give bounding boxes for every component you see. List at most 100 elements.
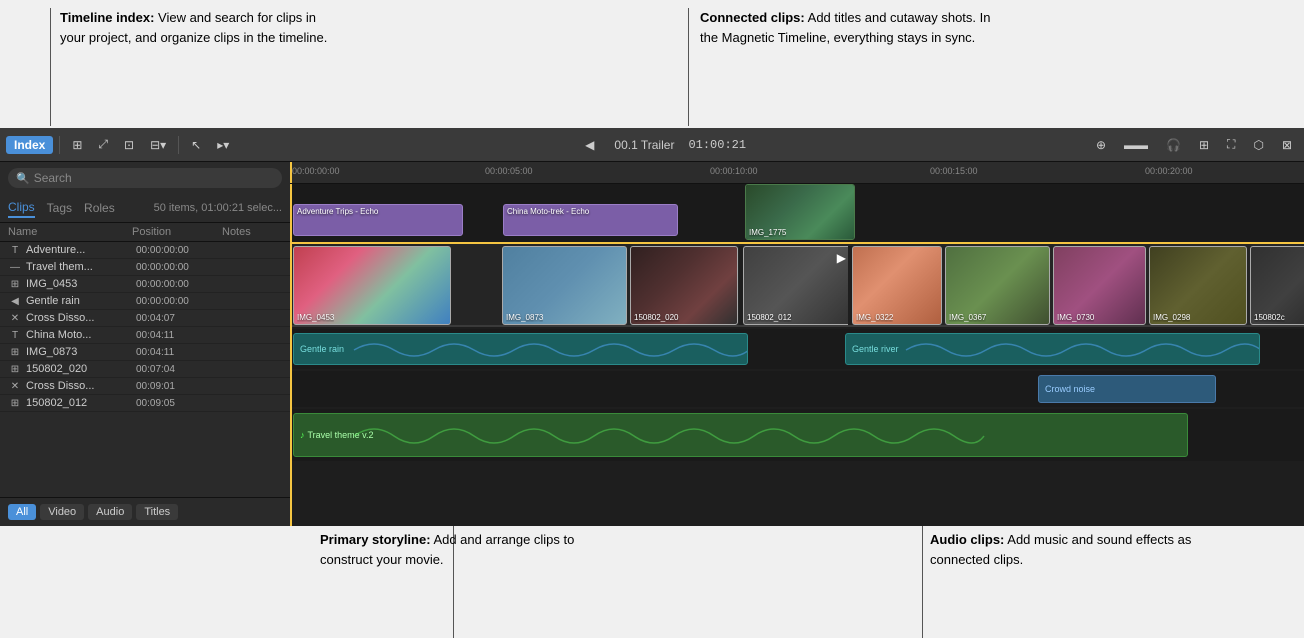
primary-clip-150802020[interactable]: 150802_020 <box>630 246 738 325</box>
audio-clip-gentle-river[interactable]: Gentle river <box>845 333 1260 365</box>
select-tool-button[interactable]: ↖ <box>185 136 207 154</box>
audio-clip-gentle-rain[interactable]: Gentle rain <box>293 333 748 365</box>
toolbar-separator <box>59 136 60 154</box>
skimming-button[interactable]: ⤢ <box>92 135 114 154</box>
clip-label: Adventure Trips - Echo <box>297 207 378 216</box>
sidebar-list-item[interactable]: ⊞ 150802_020 00:07:04 <box>0 361 290 378</box>
add-button[interactable]: ⊕ <box>1090 136 1112 154</box>
trim-tool-button[interactable]: ▸▾ <box>211 136 235 154</box>
snap-button[interactable]: ⊡ <box>118 136 140 154</box>
project-name[interactable]: 00.1 Trailer <box>608 136 680 154</box>
annotation-bottom-right-title: Audio clips: <box>930 532 1004 547</box>
zoom-button[interactable]: ▬▬ <box>1118 136 1154 154</box>
tab-roles[interactable]: Roles <box>84 199 115 217</box>
item-type-icon: T <box>4 245 26 256</box>
item-type-icon: ⊞ <box>4 347 26 358</box>
callout-line-right <box>688 8 689 126</box>
clip-label: IMG_1775 <box>749 228 786 237</box>
app-toolbar: Index ⊞ ⤢ ⊡ ⊟▾ ↖ ▸▾ ◀ 00.1 Trailer 01:00… <box>0 128 1304 162</box>
ruler-mark-1: 00:00:05:00 <box>485 166 533 176</box>
audio-track-1: Gentle rain Gentle river <box>290 329 1304 369</box>
ruler-mark-0: 00:00:00:00 <box>292 166 340 176</box>
callout-line-bottom-right <box>922 520 923 638</box>
primary-clip-img0298[interactable]: IMG_0298 <box>1149 246 1247 325</box>
sidebar-list-item[interactable]: — Travel them... 00:00:00:00 <box>0 259 290 276</box>
item-name: 150802_020 <box>26 363 136 375</box>
item-name: Cross Disso... <box>26 380 136 392</box>
footer-filter-button[interactable]: Audio <box>88 504 132 520</box>
tab-tags[interactable]: Tags <box>47 199 72 217</box>
sidebar-list-item[interactable]: T Adventure... 00:00:00:00 <box>0 242 290 259</box>
sidebar-list: T Adventure... 00:00:00:00 — Travel them… <box>0 242 290 497</box>
primary-clip-img0730[interactable]: IMG_0730 <box>1053 246 1146 325</box>
more-button[interactable]: ⊟▾ <box>144 136 172 154</box>
item-position: 00:04:11 <box>136 330 226 341</box>
sidebar-list-item[interactable]: ✕ Cross Disso... 00:09:01 <box>0 378 290 395</box>
sidebar-list-item[interactable]: ✕ Cross Disso... 00:04:07 <box>0 310 290 327</box>
primary-clip-img0873[interactable]: IMG_0873 <box>502 246 627 325</box>
item-position: 00:00:00:00 <box>136 262 226 273</box>
clip-label: China Moto-trek - Echo <box>507 207 589 216</box>
primary-clip-150802c[interactable]: 150802c <box>1250 246 1304 325</box>
music-clip-travel-theme[interactable]: ♪ Travel theme v.2 <box>293 413 1188 457</box>
clip-label: IMG_0322 <box>856 313 893 322</box>
item-type-icon: ◀ <box>4 296 26 307</box>
layout-button[interactable]: ⊞ <box>1193 136 1215 154</box>
toolbar-right: ⊕ ▬▬ 🎧 ⊞ ⛶ ⬡ ⊠ <box>1090 135 1298 154</box>
back-button[interactable]: ◀ <box>579 136 600 154</box>
item-name: Cross Disso... <box>26 312 136 324</box>
sidebar-tabs: Clips Tags Roles 50 items, 01:00:21 sele… <box>0 194 290 223</box>
item-type-icon: ⊞ <box>4 398 26 409</box>
ruler-mark-3: 00:00:15:00 <box>930 166 978 176</box>
footer-filter-button[interactable]: Video <box>40 504 84 520</box>
callout-line-left <box>50 8 51 126</box>
waveform-svg-2 <box>846 334 1259 364</box>
item-name: IMG_0453 <box>26 278 136 290</box>
music-waveform-svg <box>354 414 1187 456</box>
ruler-mark-2: 00:00:10:00 <box>710 166 758 176</box>
item-position: 00:00:00:00 <box>136 279 226 290</box>
item-type-icon: T <box>4 330 26 341</box>
primary-clip-150802012[interactable]: 150802_012 ▶ <box>743 246 851 325</box>
search-input[interactable] <box>34 171 274 185</box>
item-position: 00:00:00:00 <box>136 245 226 256</box>
sidebar-list-item[interactable]: ◀ Gentle rain 00:00:00:00 <box>0 293 290 310</box>
footer-filter-button[interactable]: Titles <box>136 504 178 520</box>
toolbar-separator-2 <box>178 136 179 154</box>
search-bar[interactable]: 🔍 <box>8 168 282 188</box>
sidebar-list-item[interactable]: T China Moto... 00:04:11 <box>0 327 290 344</box>
sidebar-list-item[interactable]: ⊞ IMG_0453 00:00:00:00 <box>0 276 290 293</box>
audio-clip-crowd-noise[interactable]: Crowd noise <box>1038 375 1216 403</box>
annotation-bottom-left-title: Primary storyline: <box>320 532 431 547</box>
col-notes: Notes <box>222 226 282 238</box>
index-button[interactable]: Index <box>6 136 53 154</box>
clip-appearance-button[interactable]: ⊞ <box>66 136 88 154</box>
audio-clip-label: Crowd noise <box>1045 384 1095 394</box>
item-count: 50 items, 01:00:21 selec... <box>154 202 282 214</box>
clip-label: IMG_0367 <box>949 313 986 322</box>
item-position: 00:04:07 <box>136 313 226 324</box>
fullscreen-button[interactable]: ⛶ <box>1221 135 1241 154</box>
footer-filter-button[interactable]: All <box>8 504 36 520</box>
overflow-button[interactable]: ⊠ <box>1276 136 1298 154</box>
timeline-ruler: 00:00:00:00 00:00:05:00 00:00:10:00 00:0… <box>290 162 1304 184</box>
annotation-top-right: Connected clips: Add titles and cutaway … <box>700 8 1000 47</box>
sidebar-list-item[interactable]: ⊞ 150802_012 00:09:05 <box>0 395 290 412</box>
primary-clip-img0453[interactable]: IMG_0453 <box>293 246 451 325</box>
item-type-icon: ⊞ <box>4 279 26 290</box>
annotation-bottom-left: Primary storyline: Add and arrange clips… <box>320 530 590 569</box>
item-position: 00:04:11 <box>136 347 226 358</box>
item-name: IMG_0873 <box>26 346 136 358</box>
primary-clip-img0322[interactable]: IMG_0322 <box>852 246 942 325</box>
sidebar-list-item[interactable]: ⊞ IMG_0873 00:04:11 <box>0 344 290 361</box>
tab-clips[interactable]: Clips <box>8 198 35 218</box>
primary-clip-img0367[interactable]: IMG_0367 <box>945 246 1050 325</box>
share-button[interactable]: ⬡ <box>1247 136 1269 154</box>
item-name: China Moto... <box>26 329 136 341</box>
item-type-icon: ✕ <box>4 381 26 392</box>
connected-clip-adventure[interactable]: Adventure Trips - Echo <box>293 204 463 236</box>
connected-clip-img1775[interactable]: IMG_1775 <box>745 184 855 240</box>
connected-clip-china[interactable]: China Moto-trek - Echo <box>503 204 678 236</box>
audio-meter-button[interactable]: 🎧 <box>1160 136 1187 154</box>
item-type-icon: — <box>4 262 26 273</box>
